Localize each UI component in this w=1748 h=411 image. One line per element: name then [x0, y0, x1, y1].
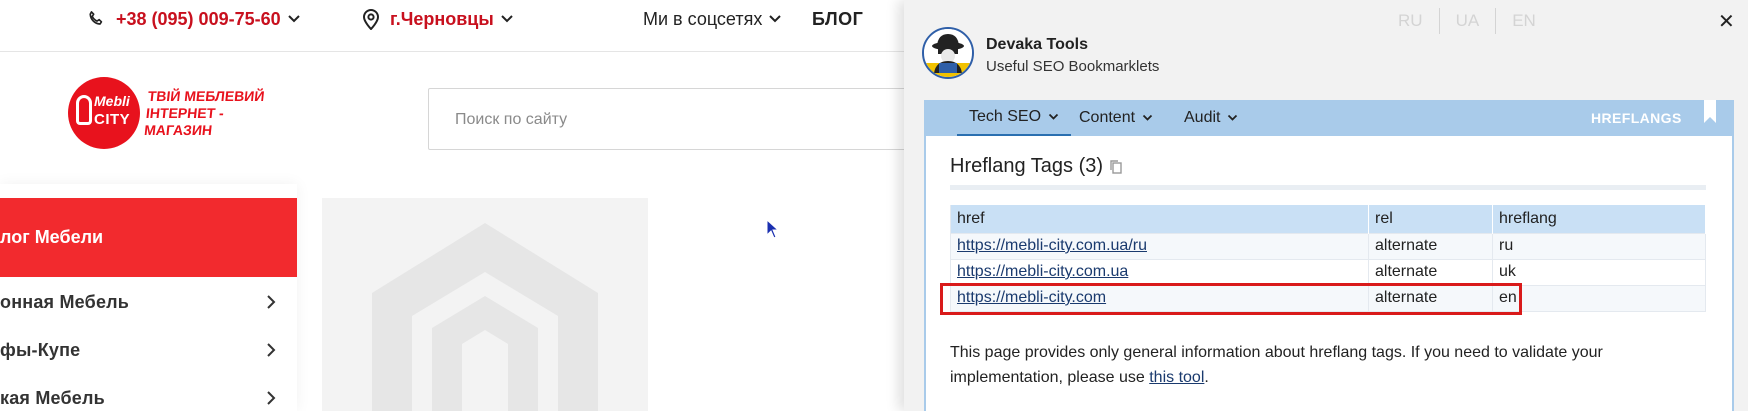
site-search-input[interactable]	[455, 107, 875, 133]
catalog-item[interactable]: фы-Купе	[0, 335, 297, 365]
catalog-item-label: онная Мебель	[0, 291, 130, 312]
catalog-menu: лог Мебели онная Мебель фы-Купе кая Мебе…	[0, 184, 297, 411]
logo-mark-word-2: CITY	[94, 111, 131, 128]
lang-ru[interactable]: RU	[1390, 8, 1439, 34]
chevron-right-icon	[267, 343, 276, 357]
chevron-down-icon	[1048, 113, 1059, 120]
tab-label: Tech SEO	[969, 108, 1042, 125]
lang-ua[interactable]: UA	[1438, 8, 1496, 34]
href-link[interactable]: https://mebli-city.com.ua	[957, 263, 1128, 280]
hreflang-table: href rel hreflang https://mebli-city.com…	[950, 205, 1706, 312]
catalog-item-label: фы-Купе	[0, 339, 81, 360]
phone-dropdown[interactable]: +38 (095) 009-75-60	[86, 8, 311, 30]
tab-label: Content	[1079, 109, 1136, 126]
table-header-row: href rel hreflang	[950, 205, 1706, 233]
placeholder-logo-icon	[372, 223, 598, 411]
devaka-avatar	[922, 27, 974, 79]
chair-icon	[76, 95, 92, 125]
column-header-rel: rel	[1368, 205, 1493, 233]
logo-tagline: ТВІЙ МЕБЛЕВИЙ ІНТЕРНЕТ - МАГАЗИН	[143, 88, 290, 139]
social-label: Ми в соцсетях	[643, 8, 763, 29]
href-cell: https://mebli-city.com	[950, 284, 1369, 312]
brand-subtitle: Useful SEO Bookmarklets	[986, 58, 1160, 75]
href-link[interactable]: https://mebli-city.com.ua/ru	[957, 237, 1147, 254]
href-cell: https://mebli-city.com.ua	[950, 258, 1369, 285]
info-text-body: This page provides only general informat…	[950, 344, 1603, 386]
product-image-placeholder	[322, 198, 648, 411]
social-dropdown[interactable]: Ми в соцсетях	[643, 8, 792, 30]
logo-mark: Mebli CITY	[68, 77, 140, 149]
city-dropdown[interactable]: г.Черновцы	[362, 8, 524, 30]
site-logo[interactable]: Mebli CITY ТВІЙ МЕБЛЕВИЙ ІНТЕРНЕТ - МАГА…	[68, 77, 288, 149]
tab-content[interactable]: Content	[1079, 100, 1153, 136]
catalog-item-label: кая Мебель	[0, 387, 105, 408]
brand-title: Devaka Tools	[986, 36, 1088, 53]
location-pin-icon	[362, 9, 380, 30]
catalog-header[interactable]: лог Мебели	[0, 198, 297, 277]
mouse-cursor-icon	[766, 219, 780, 239]
current-tool-label: HREFLANGS	[1591, 110, 1682, 126]
logo-tagline-line-2: ІНТЕРНЕТ - МАГАЗИН	[143, 104, 225, 138]
tab-audit[interactable]: Audit	[1184, 100, 1238, 136]
column-header-href: href	[950, 205, 1369, 233]
column-header-hreflang: hreflang	[1492, 205, 1706, 233]
href-link[interactable]: https://mebli-city.com	[957, 289, 1106, 306]
bookmark-icon[interactable]	[1704, 100, 1716, 123]
blog-link[interactable]: БЛОГ	[812, 8, 863, 30]
site-search-box	[428, 88, 908, 150]
catalog-item[interactable]: кая Мебель	[0, 383, 297, 411]
validation-tool-link[interactable]: this tool	[1149, 369, 1204, 386]
catalog-item[interactable]: онная Мебель	[0, 287, 297, 317]
chevron-down-icon	[501, 15, 513, 23]
rel-cell: alternate	[1368, 258, 1493, 285]
info-text: This page provides only general informat…	[950, 340, 1690, 390]
logo-tagline-line-1: ТВІЙ МЕБЛЕВИЙ	[146, 87, 266, 104]
close-icon[interactable]: ✕	[1718, 12, 1735, 32]
logo-mark-word-1: Mebli	[94, 93, 130, 109]
phone-icon	[89, 11, 103, 25]
chevron-down-icon	[1142, 114, 1153, 121]
rel-cell: alternate	[1368, 232, 1493, 259]
chevron-down-icon	[287, 15, 300, 23]
catalog-header-label: лог Мебели	[0, 227, 104, 247]
copy-icon[interactable]	[1109, 159, 1123, 175]
tab-tech-seo[interactable]: Tech SEO	[957, 100, 1072, 136]
city-name: г.Черновцы	[390, 8, 494, 29]
info-text-end: .	[1204, 369, 1209, 386]
section-divider	[950, 185, 1706, 190]
tab-label: Audit	[1184, 109, 1221, 126]
section-title: Hreflang Tags (3)	[950, 155, 1123, 178]
hreflang-cell: uk	[1492, 258, 1706, 285]
chevron-right-icon	[267, 295, 276, 309]
chevron-down-icon	[1228, 114, 1238, 121]
hreflang-cell: en	[1492, 284, 1706, 312]
lang-en[interactable]: EN	[1495, 8, 1552, 34]
detective-avatar-icon	[924, 29, 972, 77]
table-row: https://mebli-city.com alternate en	[950, 284, 1706, 312]
rel-cell: alternate	[1368, 284, 1493, 312]
table-row: https://mebli-city.com.ua alternate uk	[950, 258, 1706, 285]
language-switcher: RU UA EN	[1390, 8, 1552, 34]
chevron-down-icon	[769, 15, 782, 23]
chevron-right-icon	[267, 391, 276, 405]
hreflang-cell: ru	[1492, 232, 1706, 259]
table-row: https://mebli-city.com.ua/ru alternate r…	[950, 232, 1706, 259]
href-cell: https://mebli-city.com.ua/ru	[950, 232, 1369, 259]
phone-number: +38 (095) 009-75-60	[116, 8, 281, 29]
section-title-text: Hreflang Tags (3)	[950, 155, 1104, 177]
